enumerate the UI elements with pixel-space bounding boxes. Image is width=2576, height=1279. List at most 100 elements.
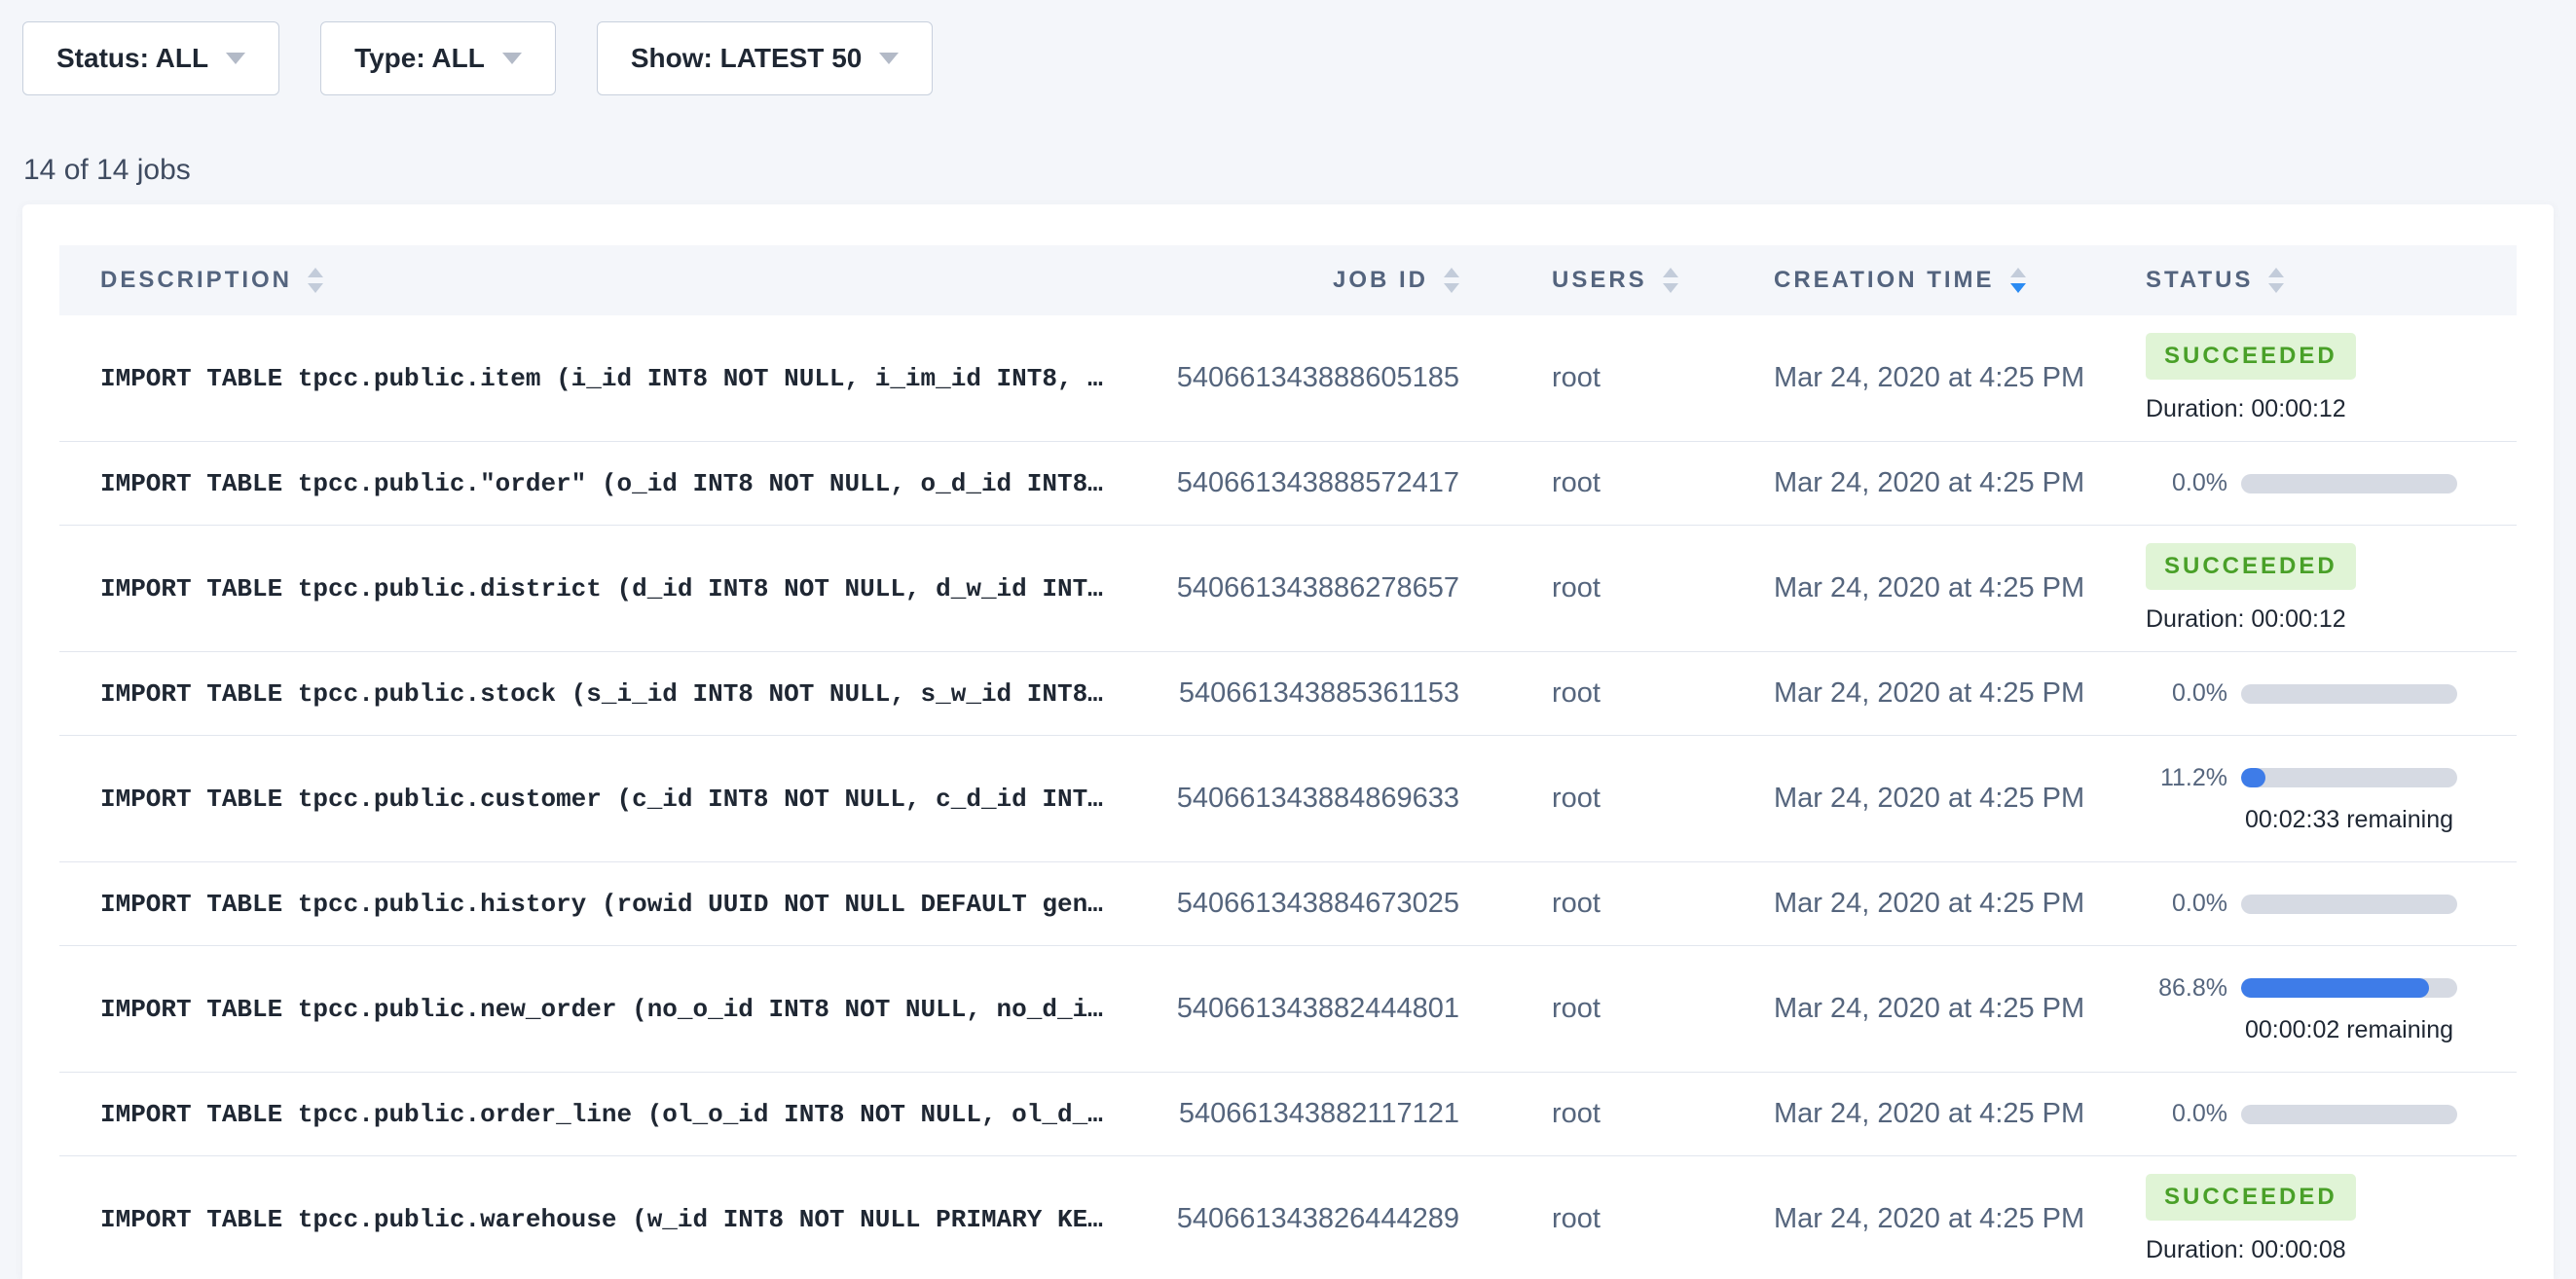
- sort-asc-icon: [1444, 268, 1459, 277]
- progress-bar: [2241, 895, 2457, 914]
- job-id-link[interactable]: 540661343884869633: [1177, 783, 1459, 814]
- job-status-cell: SUCCEEDEDDuration: 00:00:08: [2116, 1174, 2517, 1264]
- progress-bar: [2241, 768, 2457, 787]
- sort-asc-icon: [2268, 268, 2284, 277]
- job-creation-time: Mar 24, 2020 at 4:25 PM: [1774, 677, 2084, 709]
- sort-arrows-icon: [1663, 268, 1678, 293]
- job-id-cell: 540661343884869633: [1158, 783, 1459, 815]
- job-duration: Duration: 00:00:12: [2146, 605, 2517, 634]
- show-filter-label: Show: LATEST 50: [631, 43, 863, 74]
- job-creation-time: Mar 24, 2020 at 4:25 PM: [1774, 993, 2084, 1024]
- job-description-cell: IMPORT TABLE tpcc.public.new_order (no_o…: [59, 995, 1158, 1024]
- column-header-label: JOB ID: [1333, 267, 1428, 294]
- job-id-link[interactable]: 540661343888605185: [1177, 362, 1459, 393]
- job-description: IMPORT TABLE tpcc.public.district (d_id …: [100, 574, 1158, 603]
- column-header-label: CREATION TIME: [1774, 267, 1995, 294]
- jobs-table: DESCRIPTION JOB ID USERS CREATION TIME STATU…: [59, 245, 2517, 1279]
- job-creation-time: Mar 24, 2020 at 4:25 PM: [1774, 362, 2084, 393]
- job-status-cell: 0.0%: [2116, 679, 2517, 708]
- job-id-link[interactable]: 540661343882117121: [1179, 1098, 1459, 1129]
- jobs-table-card: DESCRIPTION JOB ID USERS CREATION TIME STATU…: [22, 204, 2554, 1279]
- job-user-cell: root: [1459, 467, 1747, 499]
- table-row: IMPORT TABLE tpcc.public.district (d_id …: [59, 526, 2517, 652]
- job-description: IMPORT TABLE tpcc.public."order" (o_id I…: [100, 469, 1158, 498]
- job-creation-time: Mar 24, 2020 at 4:25 PM: [1774, 783, 2084, 814]
- job-description: IMPORT TABLE tpcc.public.history (rowid …: [100, 890, 1158, 919]
- status-filter-dropdown[interactable]: Status: ALL: [22, 21, 279, 95]
- progress-bar: [2241, 474, 2457, 493]
- sort-asc-icon: [1663, 268, 1678, 277]
- table-row: IMPORT TABLE tpcc.public.warehouse (w_id…: [59, 1156, 2517, 1279]
- show-filter-dropdown[interactable]: Show: LATEST 50: [597, 21, 934, 95]
- chevron-down-icon: [879, 53, 899, 64]
- table-row: IMPORT TABLE tpcc.public.order_line (ol_…: [59, 1073, 2517, 1156]
- progress-remaining: 00:00:02 remaining: [2241, 1016, 2457, 1044]
- job-id-link[interactable]: 540661343886278657: [1177, 572, 1459, 603]
- type-filter-label: Type: ALL: [354, 43, 485, 74]
- job-creation-time-cell: Mar 24, 2020 at 4:25 PM: [1747, 993, 2116, 1025]
- job-id-cell: 540661343885361153: [1158, 677, 1459, 710]
- job-progress: 0.0%: [2146, 1100, 2517, 1128]
- column-header-status[interactable]: STATUS: [2116, 267, 2517, 294]
- sort-desc-icon: [308, 283, 323, 293]
- job-id-link[interactable]: 540661343882444801: [1177, 993, 1459, 1024]
- job-creation-time: Mar 24, 2020 at 4:25 PM: [1774, 1098, 2084, 1129]
- sort-arrows-icon: [2268, 268, 2284, 293]
- column-header-label: STATUS: [2146, 267, 2253, 294]
- job-description-cell: IMPORT TABLE tpcc.public.district (d_id …: [59, 574, 1158, 603]
- job-id-cell: 540661343884673025: [1158, 888, 1459, 920]
- job-id-link[interactable]: 540661343885361153: [1179, 677, 1459, 709]
- job-id-cell: 540661343888572417: [1158, 467, 1459, 499]
- job-description-cell: IMPORT TABLE tpcc.public.warehouse (w_id…: [59, 1205, 1158, 1234]
- job-description-cell: IMPORT TABLE tpcc.public.stock (s_i_id I…: [59, 679, 1158, 709]
- type-filter-dropdown[interactable]: Type: ALL: [320, 21, 556, 95]
- table-row: IMPORT TABLE tpcc.public.new_order (no_o…: [59, 946, 2517, 1073]
- job-user-cell: root: [1459, 572, 1747, 604]
- job-creation-time-cell: Mar 24, 2020 at 4:25 PM: [1747, 1098, 2116, 1130]
- job-id-link[interactable]: 540661343826444289: [1177, 1203, 1459, 1234]
- table-row: IMPORT TABLE tpcc.public.customer (c_id …: [59, 736, 2517, 862]
- job-id-cell: 540661343888605185: [1158, 362, 1459, 394]
- status-badge-succeeded: SUCCEEDED: [2146, 333, 2356, 380]
- job-creation-time-cell: Mar 24, 2020 at 4:25 PM: [1747, 1203, 2116, 1235]
- job-status-cell: SUCCEEDEDDuration: 00:00:12: [2116, 333, 2517, 423]
- job-user: root: [1552, 362, 1601, 393]
- job-id-cell: 540661343882444801: [1158, 993, 1459, 1025]
- column-header-label: DESCRIPTION: [100, 267, 292, 294]
- job-progress: 11.2%: [2146, 764, 2517, 792]
- progress-percent: 11.2%: [2146, 764, 2227, 792]
- filters-bar: Status: ALL Type: ALL Show: LATEST 50: [22, 21, 933, 95]
- job-description-cell: IMPORT TABLE tpcc.public.history (rowid …: [59, 890, 1158, 919]
- job-description: IMPORT TABLE tpcc.public.new_order (no_o…: [100, 995, 1158, 1024]
- job-user: root: [1552, 572, 1601, 603]
- column-header-job-id[interactable]: JOB ID: [1158, 267, 1459, 294]
- progress-bar: [2241, 1105, 2457, 1124]
- progress-bar: [2241, 978, 2457, 998]
- column-header-users[interactable]: USERS: [1459, 267, 1747, 294]
- job-creation-time-cell: Mar 24, 2020 at 4:25 PM: [1747, 467, 2116, 499]
- status-filter-label: Status: ALL: [56, 43, 208, 74]
- job-description: IMPORT TABLE tpcc.public.order_line (ol_…: [100, 1100, 1158, 1129]
- job-creation-time-cell: Mar 24, 2020 at 4:25 PM: [1747, 362, 2116, 394]
- status-badge-succeeded: SUCCEEDED: [2146, 543, 2356, 590]
- job-progress: 0.0%: [2146, 469, 2517, 497]
- table-row: IMPORT TABLE tpcc.public.stock (s_i_id I…: [59, 652, 2517, 736]
- column-header-description[interactable]: DESCRIPTION: [59, 267, 1158, 294]
- job-id-link[interactable]: 540661343888572417: [1177, 467, 1459, 498]
- progress-remaining: 00:02:33 remaining: [2241, 806, 2457, 834]
- job-creation-time-cell: Mar 24, 2020 at 4:25 PM: [1747, 783, 2116, 815]
- chevron-down-icon: [502, 53, 522, 64]
- progress-bar-fill: [2241, 978, 2429, 998]
- column-header-creation-time[interactable]: CREATION TIME: [1747, 267, 2116, 294]
- progress-percent: 0.0%: [2146, 890, 2227, 918]
- table-row: IMPORT TABLE tpcc.public.history (rowid …: [59, 862, 2517, 946]
- sort-arrows-icon: [1444, 268, 1459, 293]
- job-user: root: [1552, 677, 1601, 709]
- job-user: root: [1552, 783, 1601, 814]
- sort-asc-icon: [2010, 268, 2026, 277]
- sort-desc-icon: [1444, 283, 1459, 293]
- sort-arrows-icon: [308, 268, 323, 293]
- job-id-link[interactable]: 540661343884673025: [1177, 888, 1459, 919]
- job-description: IMPORT TABLE tpcc.public.warehouse (w_id…: [100, 1205, 1158, 1234]
- job-description-cell: IMPORT TABLE tpcc.public.customer (c_id …: [59, 785, 1158, 814]
